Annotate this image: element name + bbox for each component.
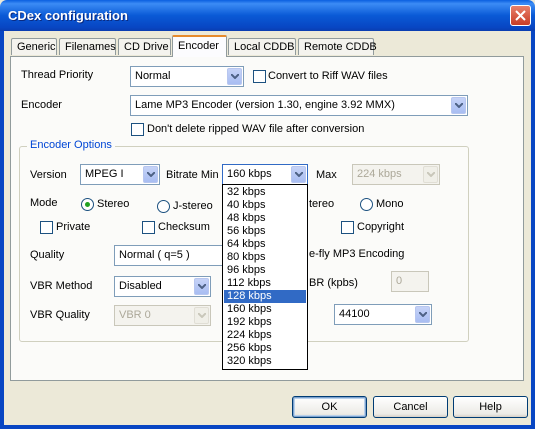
mode-mono-label: Mono	[376, 198, 404, 210]
quality-label: Quality	[30, 249, 65, 261]
encoder-options-group-label: Encoder Options	[27, 139, 115, 151]
bitrate-option[interactable]: 96 kbps	[224, 264, 306, 277]
help-button[interactable]: Help	[453, 396, 528, 418]
thread-priority-value: Normal	[135, 70, 171, 82]
bitrate-min-value: 160 kbps	[227, 168, 272, 180]
bitrate-option[interactable]: 80 kbps	[224, 251, 306, 264]
chevron-down-icon[interactable]	[194, 307, 209, 324]
tab-cd-drive[interactable]: CD Drive	[118, 38, 171, 55]
bitrate-min-label: Bitrate Min	[166, 169, 219, 181]
window-frame-right	[531, 31, 535, 429]
abr-kbps-label: BR (kpbs)	[309, 277, 358, 289]
encoder-value: Lame MP3 Encoder (version 1.30, engine 3…	[135, 99, 395, 111]
sample-rate-value: 44100	[339, 308, 370, 320]
tab-generic[interactable]: Generic	[11, 38, 57, 55]
bitrate-option[interactable]: 32 kbps	[224, 186, 306, 199]
chevron-down-icon[interactable]	[415, 306, 430, 323]
encoder-label: Encoder	[21, 99, 62, 111]
dont-delete-wav-checkbox[interactable]	[131, 123, 144, 136]
mode-stereo-label: Stereo	[97, 198, 130, 210]
bitrate-option[interactable]: 320 kbps	[224, 355, 306, 368]
bitrate-option[interactable]: 56 kbps	[224, 225, 306, 238]
vbr-method-select[interactable]: Disabled	[114, 276, 211, 297]
convert-riff-label: Convert to Riff WAV files	[268, 70, 388, 82]
tab-remote-cddb[interactable]: Remote CDDB	[298, 38, 377, 55]
bitrate-option[interactable]: 160 kbps	[224, 303, 306, 316]
encoder-select[interactable]: Lame MP3 Encoder (version 1.30, engine 3…	[130, 95, 468, 116]
convert-riff-checkbox[interactable]	[253, 70, 266, 83]
chevron-down-icon[interactable]	[291, 166, 306, 183]
bitrate-option[interactable]: 256 kbps	[224, 342, 306, 355]
bitrate-option[interactable]: 64 kbps	[224, 238, 306, 251]
ok-button[interactable]: OK	[292, 396, 367, 418]
bitrate-max-select[interactable]: 224 kbps	[352, 164, 440, 185]
tab-local-cddb[interactable]: Local CDDB	[228, 38, 296, 55]
chevron-down-icon[interactable]	[423, 166, 438, 183]
mode-mono-radio[interactable]	[360, 198, 373, 211]
bitrate-option-highlighted[interactable]: 128 kbps	[224, 290, 306, 303]
on-the-fly-encoding-label: e-fly MP3 Encoding	[309, 248, 405, 260]
chevron-down-icon[interactable]	[451, 97, 466, 114]
mode-stereo-radio[interactable]	[81, 198, 94, 211]
bitrate-option[interactable]: 48 kbps	[224, 212, 306, 225]
version-value: MPEG I	[85, 168, 124, 180]
mode-dual-stereo-label: tereo	[309, 198, 335, 210]
vbr-quality-value: VBR 0	[119, 309, 151, 321]
vbr-method-label: VBR Method	[30, 280, 93, 292]
thread-priority-label: Thread Priority	[21, 69, 94, 81]
window-frame-bottom	[0, 425, 535, 429]
mode-jstereo-radio[interactable]	[157, 200, 170, 213]
tab-filenames[interactable]: Filenames	[59, 38, 116, 55]
vbr-method-value: Disabled	[119, 280, 162, 292]
chevron-down-icon[interactable]	[227, 68, 242, 85]
sample-rate-select[interactable]: 44100	[334, 304, 432, 325]
abr-kbps-input[interactable]: 0	[391, 271, 429, 292]
quality-select[interactable]: Normal ( q=5 )	[114, 245, 224, 266]
chevron-down-icon[interactable]	[194, 278, 209, 295]
vbr-quality-label: VBR Quality	[30, 309, 90, 321]
private-checkbox[interactable]	[40, 221, 53, 234]
radio-selected-dot	[85, 202, 90, 207]
version-select[interactable]: MPEG I	[80, 164, 160, 185]
bitrate-option[interactable]: 192 kbps	[224, 316, 306, 329]
quality-value: Normal ( q=5 )	[119, 249, 190, 261]
dont-delete-wav-label: Don't delete ripped WAV file after conve…	[147, 123, 365, 135]
checksum-label: Checksum	[158, 221, 210, 233]
window-frame-left	[0, 31, 4, 429]
version-label: Version	[30, 169, 67, 181]
copyright-label: Copyright	[357, 221, 405, 233]
copyright-checkbox[interactable]	[341, 221, 354, 234]
bitrate-max-value: 224 kbps	[357, 168, 402, 180]
chevron-down-icon[interactable]	[143, 166, 158, 183]
bitrate-min-dropdown-list[interactable]: 32 kbps 40 kbps 48 kbps 56 kbps 64 kbps …	[222, 184, 308, 370]
cancel-button[interactable]: Cancel	[373, 396, 448, 418]
bitrate-option[interactable]: 224 kbps	[224, 329, 306, 342]
close-button[interactable]	[510, 5, 531, 26]
tab-encoder[interactable]: Encoder	[172, 35, 227, 57]
mode-jstereo-label: J-stereo	[173, 200, 213, 212]
close-icon	[515, 10, 526, 21]
window-title: CDex configuration	[8, 8, 128, 23]
bitrate-min-select[interactable]: 160 kbps	[222, 164, 308, 185]
checksum-checkbox[interactable]	[142, 221, 155, 234]
abr-kbps-value: 0	[396, 275, 403, 287]
mode-label: Mode	[30, 197, 58, 209]
thread-priority-select[interactable]: Normal	[130, 66, 244, 87]
bitrate-option[interactable]: 40 kbps	[224, 199, 306, 212]
vbr-quality-select[interactable]: VBR 0	[114, 305, 211, 326]
bitrate-max-label: Max	[316, 169, 337, 181]
private-label: Private	[56, 221, 91, 233]
bitrate-option[interactable]: 112 kbps	[224, 277, 306, 290]
